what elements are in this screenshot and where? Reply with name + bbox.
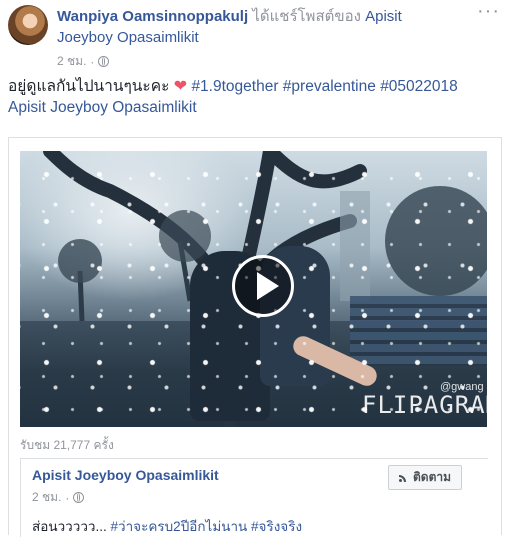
meta-separator: · [90, 54, 95, 69]
mention-link[interactable]: Apisit Joeyboy Opasaimlikit [8, 99, 197, 116]
shared-from-link-cont[interactable]: Joeyboy Opasaimlikit [57, 29, 199, 46]
follow-label: ติดตาม [413, 470, 452, 484]
post-meta: 2 ชม. · [57, 52, 110, 71]
post-body-text: อยู่ดูแลกันไปนานๆนะคะ ❤ #1.9together #pr… [8, 76, 502, 118]
hashtag-link[interactable]: #1.9together [191, 78, 278, 95]
more-options-icon[interactable]: ··· [477, 1, 500, 21]
post-header: Wanpiya Oamsinnoppakulj ได้แชร์โพสต์ของ … [57, 7, 402, 26]
flipagram-watermark: FLIPAGRAM [362, 391, 487, 419]
original-author-link[interactable]: Apisit Joeyboy Opasaimlikit [32, 467, 219, 483]
post-header-cont: Joeyboy Opasaimlikit [57, 28, 199, 47]
play-button[interactable] [232, 255, 294, 317]
heart-icon: ❤ [173, 78, 188, 95]
view-count: รับชม 21,777 ครั้ง [20, 438, 114, 452]
rss-icon [399, 473, 408, 482]
post-text-prefix: อยู่ดูแลกันไปนานๆนะคะ [8, 78, 170, 95]
author-avatar[interactable] [8, 5, 48, 45]
hashtag-link[interactable]: #ว่าจะครบ2ปีอีกไม่นาน [111, 519, 248, 534]
original-post-meta: 2 ชม. · [32, 488, 85, 507]
original-text-prefix: ส่อนววววว... [32, 519, 107, 534]
original-timestamp[interactable]: 2 ชม. [32, 488, 61, 507]
globe-icon [73, 492, 85, 503]
hashtag-link[interactable]: #จริงจริง [251, 519, 302, 534]
original-post: Apisit Joeyboy Opasaimlikit 2 ชม. · ติดต… [20, 458, 488, 537]
follow-button[interactable]: ติดตาม [388, 465, 463, 490]
shared-post-card: @gwang FLIPAGRAM รับชม 21,777 ครั้ง Apis… [8, 137, 502, 537]
post-timestamp[interactable]: 2 ชม. [57, 52, 86, 71]
play-icon [257, 272, 279, 300]
original-post-text: ส่อนววววว... #ว่าจะครบ2ปีอีกไม่นาน #จริง… [32, 515, 302, 537]
hashtag-link[interactable]: #prevalentine [283, 78, 376, 95]
hashtag-link[interactable]: #05022018 [380, 78, 458, 95]
video-player[interactable]: @gwang FLIPAGRAM [20, 151, 487, 427]
author-name-link[interactable]: Wanpiya Oamsinnoppakulj [57, 8, 248, 25]
meta-separator: · [65, 490, 70, 505]
globe-icon [98, 56, 110, 67]
shared-post-text: ได้แชร์โพสต์ของ [252, 8, 361, 25]
shared-from-link[interactable]: Apisit [365, 8, 402, 25]
